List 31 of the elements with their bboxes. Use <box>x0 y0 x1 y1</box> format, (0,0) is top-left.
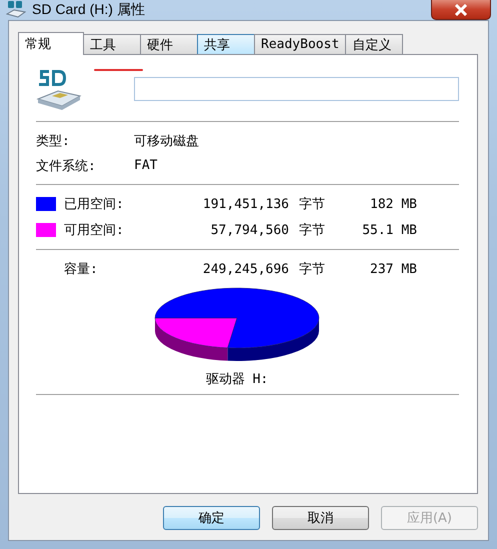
unit-label: 字节 <box>298 261 326 278</box>
close-icon <box>454 4 468 16</box>
dialog-button[interactable]: 确定 <box>163 506 260 530</box>
size-value: 237 MB <box>369 262 417 276</box>
tab[interactable]: 自定义 <box>345 34 404 54</box>
unit-label: 字节 <box>298 222 326 239</box>
byte-count: 191,451,136 <box>202 196 289 212</box>
sd-card-icon <box>6 0 26 20</box>
tab[interactable]: 常规 <box>18 32 84 55</box>
size-value: 55.1 MB <box>361 222 417 238</box>
space-label: 已用空间: <box>64 196 125 213</box>
field-label: 类型: <box>36 132 71 150</box>
field-value: 可移动磁盘 <box>134 132 200 150</box>
annotation-underline <box>94 69 143 71</box>
size-value: 182 MB <box>369 196 417 212</box>
drive-name-field[interactable] <box>134 77 459 101</box>
field-value: FAT <box>134 158 158 173</box>
field-label: 文件系统: <box>36 158 97 174</box>
space-label: 可用空间: <box>64 222 125 239</box>
tab[interactable]: ReadyBoost <box>254 34 346 54</box>
tab[interactable]: 硬件 <box>140 34 198 54</box>
drive-label: 驱动器 H: <box>206 371 268 388</box>
capacity-label: 容量: <box>64 261 99 278</box>
dialog-button[interactable]: 取消 <box>272 506 369 530</box>
byte-count: 249,245,696 <box>202 262 289 276</box>
tab[interactable]: 共享 <box>197 34 255 54</box>
tab[interactable]: 工具 <box>83 34 141 54</box>
byte-count: 57,794,560 <box>210 222 289 238</box>
unit-label: 字节 <box>298 196 326 213</box>
window-title: SD Card (H:) 属性 <box>32 1 146 19</box>
close-button[interactable] <box>431 0 491 20</box>
